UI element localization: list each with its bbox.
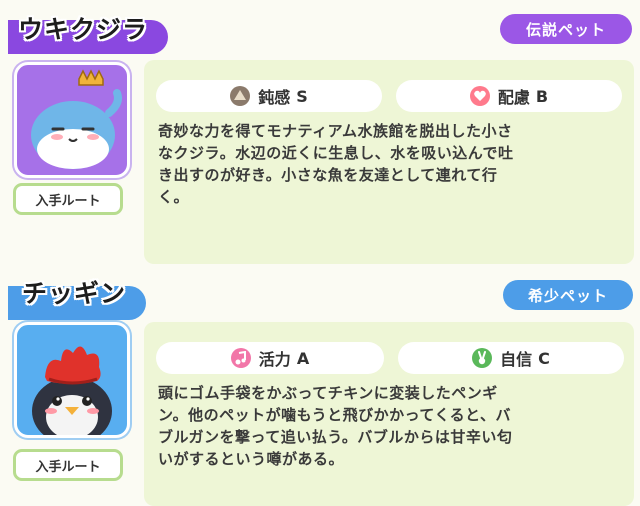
description-line: ン。他のペットが噛もうと飛びかかってくると、バ [158,406,512,424]
music-note-icon [230,348,251,368]
stat-pill: 活力 A [156,342,384,374]
stat-grade: A [296,348,310,368]
description-line: ブルガンを撃って追い払う。バブルからは甘辛い匂 [158,428,513,446]
stat-label: 鈍感 [258,88,291,107]
heart-icon [469,86,490,106]
pet-name: ウキクジラ [18,15,149,44]
obtain-route-button[interactable]: 入手ルート [13,449,123,481]
stat-label: 配慮 [497,88,530,107]
stat-label: 活力 [258,350,291,369]
pet-description: 奇妙な力を得てモナティアム水族館を脱出した小さ なクジラ。水辺の近くに生息し、水… [158,120,628,208]
stat-pill: 自信 C [398,342,624,374]
pet-icon-frame [14,62,130,178]
description-line: き出すのが好き。小さな魚を友達として連れて行 [158,166,498,184]
stat-pill: 鈍感 S [156,80,382,112]
stat-grade: C [538,348,550,368]
shell-icon [230,86,251,106]
description-line: いがするという噂がある。 [158,450,345,468]
penguin-icon [32,346,112,435]
rarity-badge: 希少ペット [503,280,633,310]
stat-pill: 配慮 B [396,80,622,112]
description-line: く。 [158,188,190,206]
whale-icon [31,69,122,169]
stat-label: 自信 [500,350,533,369]
stat-grade: S [296,86,308,106]
pet-description: 頭にゴム手袋をかぶってチキンに変装したペンギ ン。他のペットが噛もうと飛びかかっ… [158,382,628,470]
peace-hand-icon [472,348,493,368]
description-line: 奇妙な力を得てモナティアム水族館を脱出した小さ [158,122,513,140]
pet-name: チッギン [22,279,127,308]
rarity-badge: 伝説ペット [500,14,632,44]
obtain-route-button[interactable]: 入手ルート [13,183,123,215]
pet-icon-frame [14,322,130,438]
description-line: なクジラ。水辺の近くに生息し、水を吸い込んで吐 [158,144,514,162]
description-line: 頭にゴム手袋をかぶってチキンに変装したペンギ [158,384,498,402]
stat-grade: B [535,86,549,106]
